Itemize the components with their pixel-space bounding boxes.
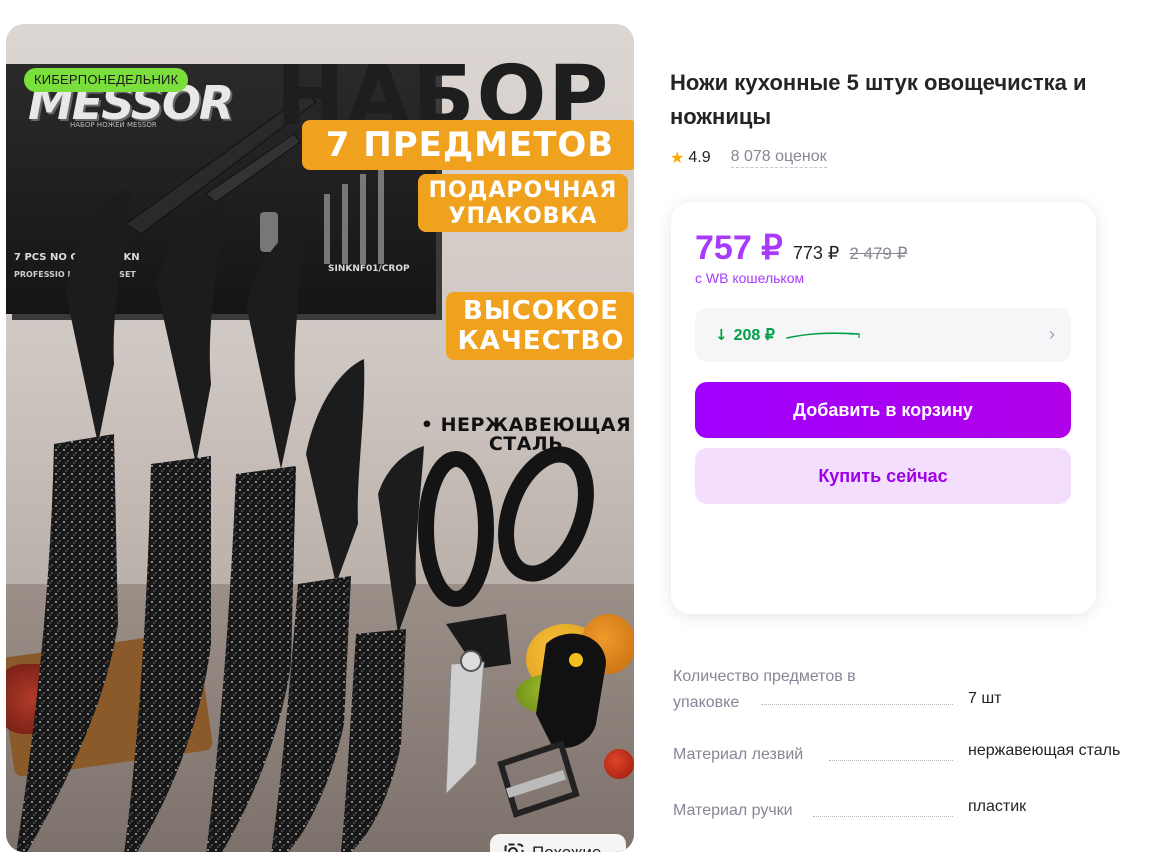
spec-value: пластик (968, 798, 1027, 815)
product-photo[interactable]: НАБОР НОЖЕЙ MESSOR 7 PCS NO COATING KN P… (6, 24, 634, 852)
tag-items-count: 7 ПРЕДМЕТОВ (302, 120, 634, 170)
price-history[interactable]: ↓ 208 ₽ › (695, 308, 1071, 362)
tag-quality-line1: ВЫСОКОЕ (462, 296, 620, 326)
reviews-link[interactable]: 8 078 оценок (730, 148, 827, 168)
slicing-knife (124, 204, 226, 852)
arrow-down-icon: ↓ (715, 326, 728, 344)
similar-button[interactable]: Похожие (490, 834, 626, 852)
spec-row: Количество предметов в упаковке 7 шт (673, 664, 1143, 720)
spec-value: нержавеющая сталь (968, 742, 1121, 759)
steel-note-line2: СТАЛЬ (488, 433, 564, 455)
tag-gift-line2: УПАКОВКА (448, 204, 598, 229)
wallet-note: с WB кошельком (695, 270, 805, 286)
spec-value: 7 шт (968, 690, 1002, 707)
spec-name: Количество предметов в упаковке (673, 668, 856, 711)
tag-quality-line2: КАЧЕСТВО (457, 326, 625, 356)
price-drop-amount: 208 ₽ (733, 327, 775, 344)
steel-note: • НЕРЖАВЕЮЩАЯ СТАЛЬ (416, 416, 634, 454)
price-trend-line-icon (786, 332, 860, 339)
promo-badge: КИБЕРПОНЕДЕЛЬНИК (24, 68, 189, 92)
spec-dots (829, 760, 953, 761)
spec-name: Материал ручки (673, 802, 793, 819)
rating-score: 4.9 (688, 149, 711, 166)
tag-gift-line1: ПОДАРОЧНАЯ (428, 178, 618, 203)
spec-row: Материал ручки пластик (673, 798, 1143, 828)
price-row: 757 ₽ 773 ₽ 2 479 ₽ (695, 228, 907, 268)
tag-gift-pack: ПОДАРОЧНАЯ УПАКОВКА (418, 174, 628, 232)
tag-high-quality: ВЫСОКОЕ КАЧЕСТВО (446, 292, 634, 360)
star-icon: ★ (670, 150, 685, 167)
buy-now-button[interactable]: Купить сейчас (695, 448, 1071, 504)
add-to-cart-button[interactable]: Добавить в корзину (695, 382, 1071, 438)
similar-button-label: Похожие (532, 843, 601, 852)
spec-name: Материал лезвий (673, 746, 804, 763)
price-old: 2 479 ₽ (849, 244, 908, 263)
chevron-right-icon: › (1049, 324, 1055, 344)
price-wallet: 757 ₽ (695, 229, 783, 267)
spec-row: Материал лезвий нержавеющая сталь (673, 742, 1143, 798)
chef-knife (16, 189, 131, 852)
price-card: 757 ₽ 773 ₽ 2 479 ₽ с WB кошельком ↓ 208… (671, 202, 1096, 614)
spec-dots (761, 704, 953, 705)
image-search-icon (504, 843, 524, 852)
price-regular: 773 ₽ (792, 243, 840, 263)
spec-list: Количество предметов в упаковке 7 шт Мат… (673, 664, 1143, 828)
product-rating: ★ 4.9 8 078 оценок (670, 148, 827, 168)
product-title: Ножи кухонные 5 штук овощечистка и ножни… (670, 70, 1087, 129)
spec-dots (813, 816, 953, 817)
vegetable-peeler (497, 633, 606, 818)
